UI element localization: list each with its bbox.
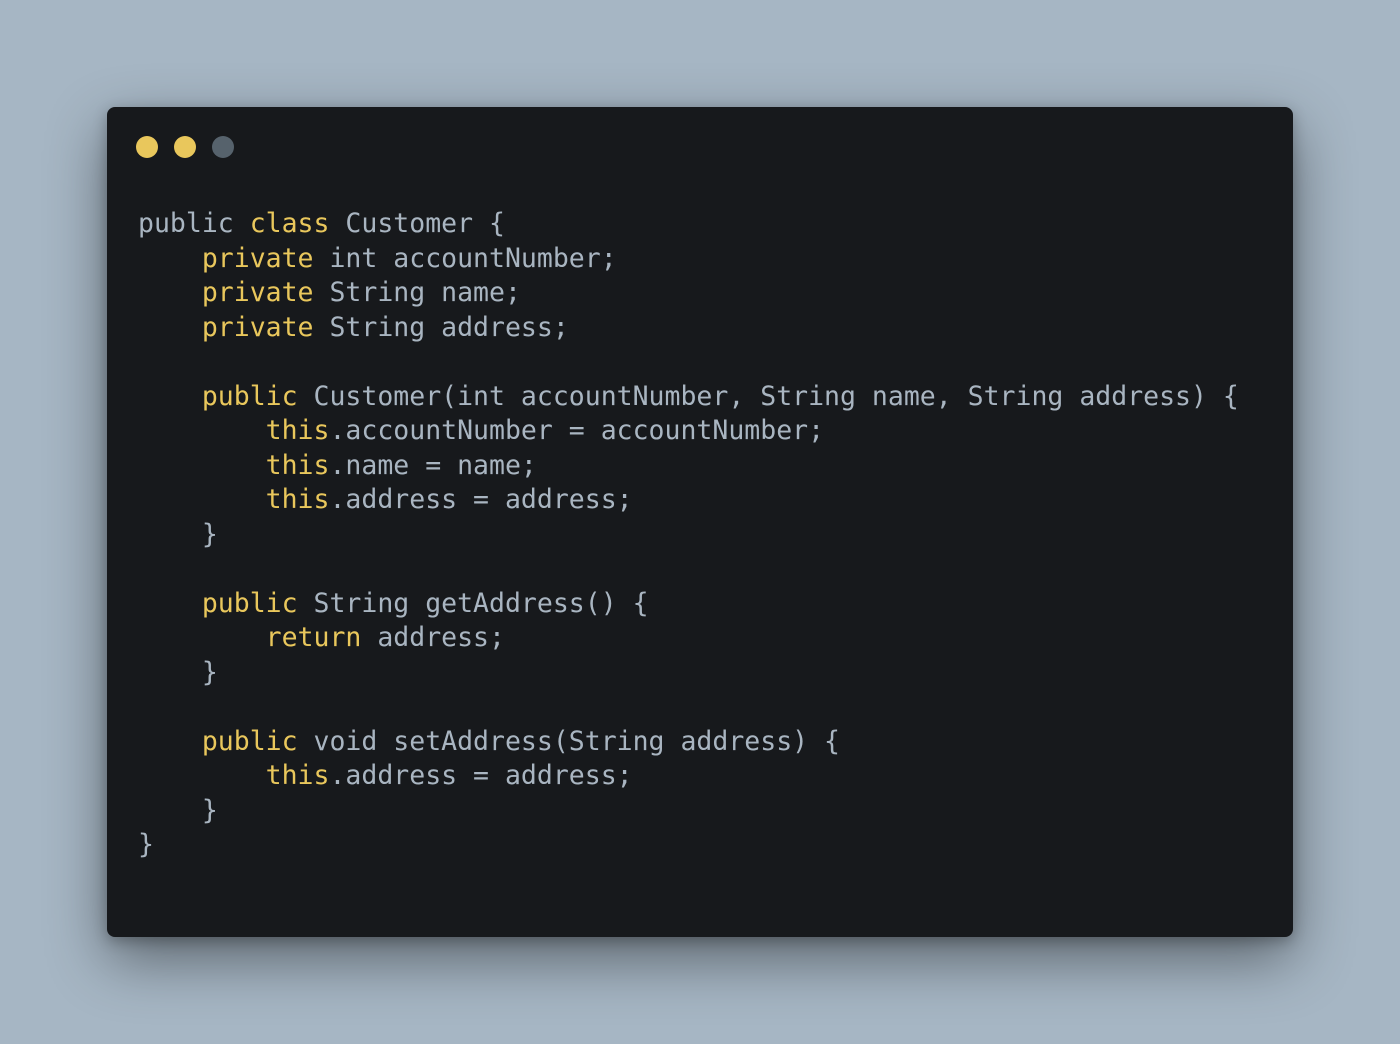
code-keyword: this (265, 760, 330, 791)
code-text: .address = address; (329, 484, 633, 515)
code-text: String name; (313, 277, 521, 308)
code-line: public Customer(int accountNumber, Strin… (138, 380, 1239, 415)
code-keyword: this (265, 449, 330, 481)
code-keyword: public (201, 380, 298, 412)
code-line: } (138, 518, 1239, 553)
close-dot[interactable] (136, 136, 158, 158)
code-text: address; (361, 622, 505, 653)
code-line: public String getAddress() { (138, 587, 1239, 622)
code-keyword: class (249, 208, 330, 239)
code-text: } (138, 794, 218, 826)
code-text: } (138, 518, 218, 550)
code-block: public class Customer { private int acco… (138, 207, 1239, 863)
code-line: } (138, 794, 1239, 829)
code-line: this.name = name; (138, 449, 1239, 484)
minimize-dot[interactable] (174, 136, 196, 158)
code-text: void setAddress(String address) { (297, 725, 841, 757)
code-keyword: private (201, 242, 314, 274)
code-line: return address; (138, 621, 1239, 656)
code-line: this.address = address; (138, 759, 1239, 794)
code-text: String address; (313, 311, 569, 343)
code-text: } (138, 829, 154, 860)
code-line: this.address = address; (138, 483, 1239, 518)
code-keyword: this (265, 415, 330, 446)
code-line: } (138, 828, 1239, 863)
code-text: int accountNumber; (313, 242, 617, 274)
code-line: public class Customer { (138, 207, 1239, 242)
code-keyword: return (265, 622, 362, 653)
code-text: Customer(int accountNumber, String name,… (297, 380, 1239, 412)
code-keyword: private (201, 277, 314, 308)
code-line: } (138, 656, 1239, 691)
code-line: private int accountNumber; (138, 242, 1239, 277)
code-line: this.accountNumber = accountNumber; (138, 414, 1239, 449)
code-text: public (138, 208, 250, 239)
code-keyword: private (201, 311, 314, 343)
code-text: .address = address; (329, 760, 633, 791)
code-keyword: public (201, 587, 298, 619)
code-keyword: public (201, 725, 298, 757)
code-line: private String name; (138, 276, 1239, 311)
code-line: public void setAddress(String address) { (138, 725, 1239, 760)
code-keyword: this (265, 484, 330, 515)
code-text: } (138, 656, 218, 688)
window-controls (136, 136, 234, 158)
code-window: public class Customer { private int acco… (107, 107, 1293, 937)
code-text: .name = name; (329, 449, 537, 481)
code-line: private String address; (138, 311, 1239, 346)
maximize-dot[interactable] (212, 136, 234, 158)
code-text: Customer { (329, 208, 505, 239)
code-text: String getAddress() { (297, 587, 649, 619)
code-text: .accountNumber = accountNumber; (329, 415, 825, 446)
